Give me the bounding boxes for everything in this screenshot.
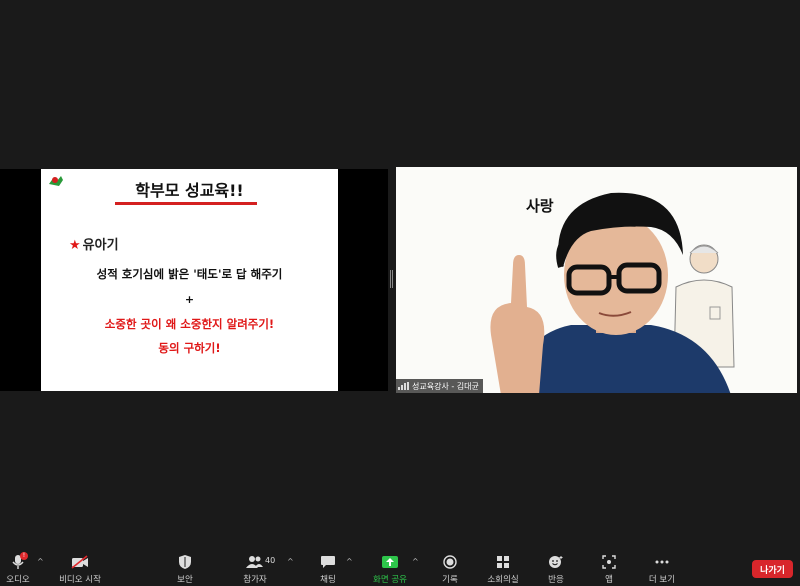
shared-screen[interactable]: 학부모 성교육!! ★ 유아기 성적 호기심에 밝은 '태도'로 답 해주기 + … — [0, 169, 388, 391]
participants-count: 40 — [265, 556, 276, 565]
participant-nameplate: 성교육강사 - 김대균 — [396, 379, 483, 393]
more-label: 더 보기 — [648, 575, 676, 585]
section-label: 유아기 — [82, 238, 119, 253]
video-label: 비디오 시작 — [59, 575, 101, 585]
smiley-icon — [545, 554, 567, 570]
more-button[interactable]: 더 보기 — [646, 554, 678, 586]
reactions-button[interactable]: 반응 — [542, 554, 570, 586]
record-icon — [439, 554, 461, 570]
meeting-stage: 학부모 성교육!! ★ 유아기 성적 호기심에 밝은 '태도'로 답 해주기 + … — [0, 0, 800, 548]
apps-button[interactable]: 앱 — [597, 554, 621, 586]
participants-label: 참가자 — [243, 575, 267, 585]
speaker-figure — [490, 192, 731, 393]
alert-badge-icon: ! — [20, 552, 28, 560]
participants-options-caret[interactable]: ^ — [287, 557, 294, 566]
slide-title: 학부모 성교육!! — [135, 181, 244, 200]
reactions-label: 반응 — [548, 575, 564, 585]
audio-button[interactable]: ! 오디오 — [2, 552, 34, 586]
chat-button[interactable]: 채팅 — [313, 554, 343, 586]
participants-icon — [244, 554, 266, 570]
signal-strength-icon — [398, 382, 409, 390]
panel-splitter-handle[interactable] — [390, 270, 393, 288]
leave-button[interactable]: 나가기 — [752, 560, 793, 578]
audio-label: 오디오 — [6, 575, 30, 585]
shield-icon — [174, 554, 196, 570]
video-off-icon — [69, 554, 91, 570]
apps-label: 앱 — [605, 575, 613, 585]
share-screen-button[interactable]: 화면 공유 — [370, 554, 410, 586]
breakout-rooms-icon — [492, 554, 514, 570]
chat-bubble-icon — [317, 554, 339, 570]
audio-options-caret[interactable]: ^ — [37, 557, 44, 566]
record-button[interactable]: 기록 — [436, 554, 464, 586]
record-label: 기록 — [442, 575, 458, 585]
share-label: 화면 공유 — [373, 575, 407, 585]
speaker-video[interactable]: 사랑교육 성교육강사 - 김대균 — [396, 167, 797, 393]
microphone-icon: ! — [7, 552, 29, 570]
breakout-rooms-button[interactable]: 소회의실 — [485, 554, 521, 586]
apps-icon — [598, 554, 620, 570]
slide-section: ★ 유아기 — [69, 234, 119, 253]
chat-options-caret[interactable]: ^ — [346, 557, 353, 566]
slide-line-1: 성적 호기심에 밝은 '태도'로 답 해주기 — [96, 267, 283, 281]
more-dots-icon — [651, 554, 673, 570]
share-screen-icon — [379, 554, 401, 570]
star-icon: ★ — [69, 238, 81, 253]
start-video-button[interactable]: 비디오 시작 — [56, 554, 104, 586]
security-label: 보안 — [177, 575, 193, 585]
security-button[interactable]: 보안 — [170, 554, 200, 586]
breakout-label: 소회의실 — [487, 575, 519, 585]
meeting-toolbar: ! 오디오 ^ 비디오 시작 보안 참가자 40 ^ 채팅 ^ 화면 공유 ^ … — [0, 548, 800, 586]
slide-line-2: + — [184, 293, 195, 306]
chat-label: 채팅 — [320, 575, 336, 585]
presentation-slide: 학부모 성교육!! ★ 유아기 성적 호기심에 밝은 '태도'로 답 해주기 + … — [41, 169, 338, 391]
title-underline — [115, 202, 257, 205]
slide-line-3: 소중한 곳이 왜 소중한지 알려주기! — [104, 317, 275, 331]
slide-line-4: 동의 구하기! — [158, 341, 221, 355]
participant-name: 성교육강사 - 김대균 — [412, 381, 479, 391]
share-options-caret[interactable]: ^ — [412, 557, 419, 566]
